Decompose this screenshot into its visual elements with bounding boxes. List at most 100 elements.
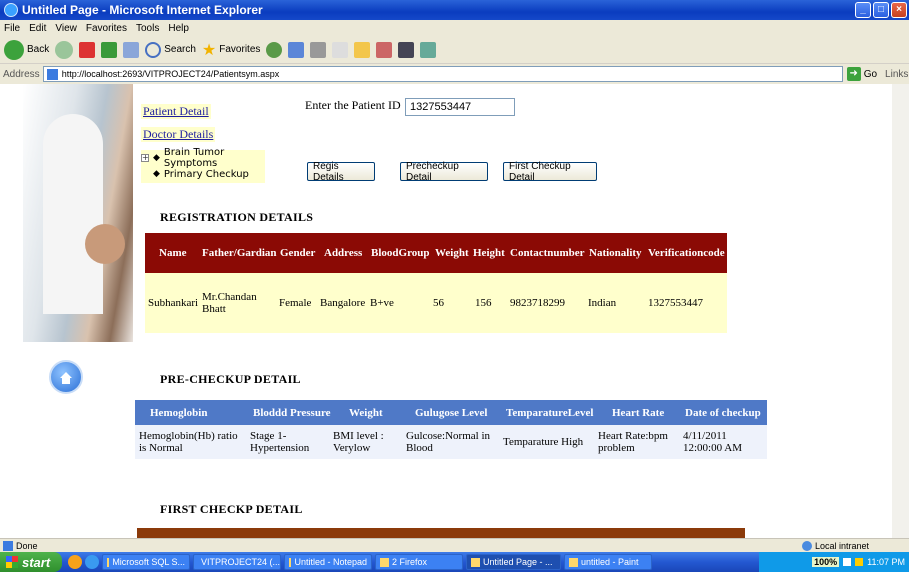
col-gender: Gender — [280, 247, 316, 259]
precheckup-table-header: Hemoglobin Bloddd Pressure Weight Gulugo… — [135, 400, 767, 425]
menu-bar: File Edit View Favorites Tools Help — [0, 20, 909, 36]
status-bar: Done Local intranet — [0, 538, 909, 552]
task-sql[interactable]: Microsoft SQL S... — [102, 554, 190, 570]
start-label: start — [22, 554, 51, 570]
edit-icon[interactable] — [332, 41, 349, 58]
menu-favorites[interactable]: Favorites — [86, 23, 127, 34]
maximize-button[interactable]: □ — [873, 2, 889, 18]
windows-flag-icon — [6, 556, 18, 568]
tray-icon[interactable] — [843, 558, 852, 566]
window-titlebar: Untitled Page - Microsoft Internet Explo… — [0, 0, 909, 20]
table-row: Hemoglobin(Hb) ratio is Normal Stage 1-H… — [135, 425, 767, 459]
task-notepad[interactable]: Untitled - Notepad — [284, 554, 372, 570]
expand-icon[interactable]: + — [141, 154, 149, 162]
go-button[interactable]: ➜ Go — [846, 67, 878, 81]
doctor-details-link[interactable]: Doctor Details — [141, 127, 216, 142]
diamond-icon: ◆ — [153, 169, 160, 179]
col-glucose: Gulugose Level — [415, 406, 488, 419]
address-bar: Address http://localhost:2693/VITPROJECT… — [0, 64, 909, 84]
cell-blood-pressure: Stage 1-Hypertension — [250, 430, 310, 454]
print-icon[interactable] — [310, 41, 327, 58]
tree-node-primary-checkup[interactable]: ◆ Primary Checkup — [141, 166, 265, 182]
address-url: http://localhost:2693/VITPROJECT24/Patie… — [61, 69, 280, 79]
vertical-scrollbar[interactable] — [892, 84, 909, 538]
window-title: Untitled Page - Microsoft Internet Explo… — [22, 3, 263, 17]
window-controls: _ □ × — [855, 2, 907, 18]
doctor-patient-image — [23, 84, 133, 342]
task-untitled-page[interactable]: Untitled Page - ... — [466, 554, 561, 570]
tree-node-brain-tumor[interactable]: + ◆ Brain Tumor Symptoms — [141, 147, 265, 169]
registration-title: REGISTRATION DETAILS — [160, 210, 314, 224]
col-bloodgroup: BloodGroup — [371, 247, 430, 259]
firefox-quicklaunch-icon[interactable] — [68, 555, 82, 569]
forward-button[interactable] — [55, 40, 74, 59]
home-icon[interactable] — [49, 360, 83, 394]
patient-id-input[interactable]: 1327553447 — [405, 98, 515, 116]
favorites-button[interactable]: ★ Favorites — [202, 40, 260, 60]
tree-label-primary-checkup: Primary Checkup — [163, 168, 249, 180]
task-firefox[interactable]: 2 Firefox — [375, 554, 463, 570]
cell-name: Subhankari — [148, 297, 199, 309]
refresh-icon[interactable] — [101, 41, 118, 58]
precheckup-detail-button[interactable]: Precheckup Detail — [400, 161, 488, 183]
research-icon[interactable] — [376, 41, 393, 58]
col-temperature: TemparatureLevel — [506, 406, 594, 419]
menu-tools[interactable]: Tools — [136, 23, 159, 34]
stop-icon[interactable] — [79, 41, 96, 58]
messenger-icon[interactable] — [398, 41, 415, 58]
start-button[interactable]: start — [0, 552, 62, 572]
mail-icon[interactable] — [288, 41, 305, 58]
menu-help[interactable]: Help — [168, 23, 189, 34]
col-nationality: Nationality — [589, 247, 642, 259]
minimize-button[interactable]: _ — [855, 2, 871, 18]
col-height: Height — [473, 247, 505, 259]
task-paint[interactable]: untitled - Paint — [564, 554, 652, 570]
intranet-icon — [801, 540, 812, 551]
search-button[interactable]: Search — [145, 41, 196, 58]
go-arrow-icon: ➜ — [846, 67, 861, 81]
first-checkup-title: FIRST CHECKP DETAIL — [160, 502, 303, 516]
table-row: Subhankari Mr.Chandan Bhatt Female Banga… — [145, 273, 727, 333]
cell-heart-rate: Heart Rate:bpm problem — [598, 430, 668, 454]
cell-verification: 1327553447 — [648, 297, 703, 309]
menu-view[interactable]: View — [55, 23, 77, 34]
tray-icon[interactable] — [855, 558, 864, 566]
back-button[interactable]: Back — [4, 39, 50, 60]
extra-icon[interactable] — [420, 41, 437, 58]
cell-hemoglobin: Hemoglobin(Hb) ratio is Normal — [139, 430, 238, 454]
search-label: Search — [164, 44, 196, 55]
col-verification: Verificationcode — [648, 247, 725, 259]
home-toolbar-icon[interactable] — [123, 41, 140, 58]
clock: 11:07 PM — [867, 557, 905, 567]
first-checkup-detail-button[interactable]: First Checkup Detail — [503, 161, 597, 183]
col-weight: Weight — [349, 406, 383, 419]
patient-detail-link[interactable]: Patient Detail — [141, 104, 211, 119]
menu-edit[interactable]: Edit — [29, 23, 46, 34]
symptom-tree: + ◆ Brain Tumor Symptoms ◆ Primary Check… — [141, 147, 265, 183]
security-zone: Local intranet — [801, 540, 869, 551]
zoom-level: 100% — [812, 557, 840, 567]
col-contact: Contactnumber — [510, 247, 585, 259]
folder-icon[interactable] — [354, 41, 371, 58]
menu-file[interactable]: File — [4, 23, 20, 34]
col-hemoglobin: Hemoglobin — [150, 406, 208, 419]
ie-quicklaunch-icon[interactable] — [85, 555, 99, 569]
regis-details-button[interactable]: Regis Details — [307, 161, 375, 183]
history-icon[interactable] — [266, 41, 283, 58]
first-checkup-table-header — [137, 528, 745, 538]
cell-contact: 9823718299 — [510, 297, 565, 309]
col-heart-rate: Heart Rate — [612, 406, 665, 419]
page-icon — [46, 68, 58, 80]
cell-father: Mr.Chandan Bhatt — [202, 291, 257, 315]
precheckup-title: PRE-CHECKUP DETAIL — [160, 372, 301, 386]
col-father: Father/Gardian — [202, 247, 277, 259]
cell-nationality: Indian — [588, 297, 617, 309]
go-label: Go — [863, 68, 878, 80]
back-label: Back — [27, 44, 50, 55]
task-vitproject[interactable]: VITPROJECT24 (... — [193, 554, 281, 570]
links-button[interactable]: Links — [885, 69, 908, 80]
address-input[interactable]: http://localhost:2693/VITPROJECT24/Patie… — [42, 66, 843, 82]
close-button[interactable]: × — [891, 2, 907, 18]
cell-weight: 56 — [433, 297, 444, 309]
col-address: Address — [324, 247, 363, 259]
